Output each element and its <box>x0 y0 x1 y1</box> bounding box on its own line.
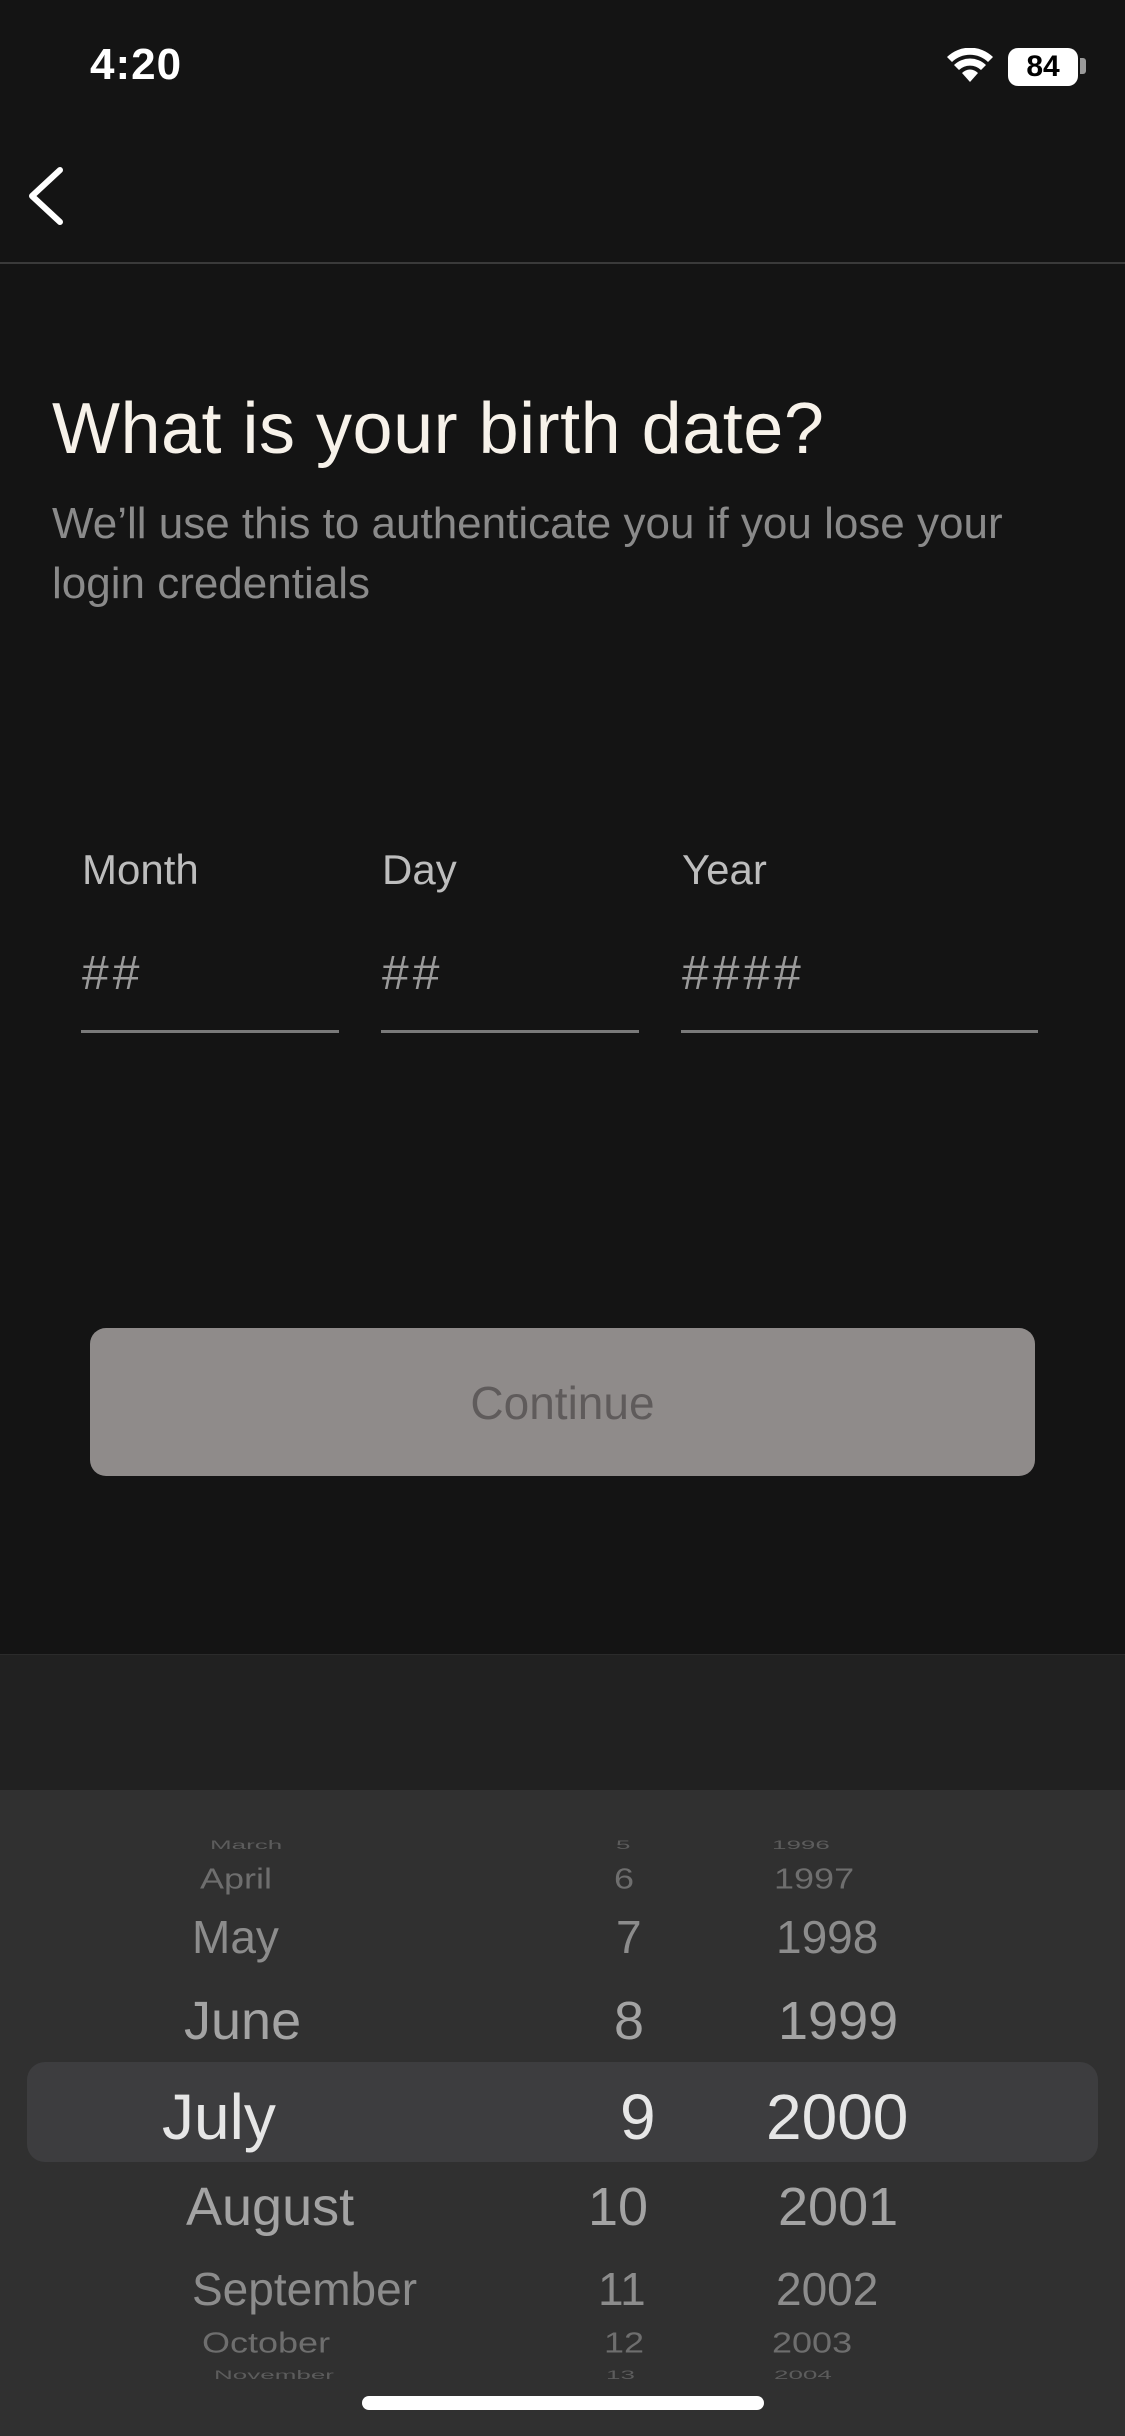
picker-toolbar <box>0 1654 1125 1791</box>
picker-year-item[interactable]: 2002 <box>776 2262 878 2316</box>
picker-day-item[interactable]: 5 <box>616 1838 630 1852</box>
year-label: Year <box>682 846 767 893</box>
continue-button[interactable]: Continue <box>90 1328 1035 1476</box>
picker-day-selected[interactable]: 9 <box>620 2080 656 2154</box>
picker-month-item[interactable]: August <box>186 2176 354 2238</box>
picker-day-item[interactable]: 10 <box>588 2176 648 2238</box>
month-underline <box>81 1030 339 1033</box>
battery-icon: 84 <box>1008 48 1078 86</box>
day-underline <box>381 1030 639 1033</box>
picker-month-item[interactable]: April <box>200 1862 272 1896</box>
picker-month-item[interactable]: October <box>202 2326 330 2360</box>
day-input[interactable]: ## <box>382 946 443 1001</box>
nav-divider <box>0 262 1125 264</box>
picker-day-item[interactable]: 13 <box>606 2368 635 2382</box>
back-chevron-icon[interactable] <box>22 166 72 226</box>
picker-day-item[interactable]: 8 <box>614 1990 644 2052</box>
picker-year-item[interactable]: 1998 <box>776 1910 878 1964</box>
picker-year-item[interactable]: 1996 <box>772 1838 830 1852</box>
page-title: What is your birth date? <box>52 389 825 469</box>
picker-month-item[interactable]: November <box>214 2368 334 2382</box>
picker-year-item[interactable]: 2001 <box>778 2176 898 2238</box>
status-time: 4:20 <box>90 40 183 89</box>
picker-month-item[interactable]: September <box>192 2262 417 2316</box>
month-label: Month <box>82 846 199 893</box>
wifi-icon <box>947 48 993 82</box>
page-subtitle: We’ll use this to authenticate you if yo… <box>52 499 1003 608</box>
picker-month-item[interactable]: June <box>184 1990 301 2052</box>
picker-day-item[interactable]: 7 <box>616 1910 642 1964</box>
picker-year-selected[interactable]: 2000 <box>766 2080 908 2154</box>
picker-year-item[interactable]: 2003 <box>772 2326 852 2360</box>
day-label: Day <box>382 846 457 893</box>
picker-month-item[interactable]: May <box>192 1910 279 1964</box>
picker-month-selected[interactable]: July <box>162 2080 276 2154</box>
picker-year-item[interactable]: 1997 <box>774 1862 854 1896</box>
picker-month-item[interactable]: March <box>210 1838 282 1852</box>
year-input[interactable]: #### <box>682 946 805 1001</box>
battery-nub <box>1080 58 1086 74</box>
picker-day-item[interactable]: 12 <box>604 2326 644 2360</box>
month-input[interactable]: ## <box>82 946 143 1001</box>
home-indicator[interactable] <box>362 2396 764 2410</box>
picker-day-item[interactable]: 6 <box>614 1862 634 1896</box>
year-underline <box>681 1030 1038 1033</box>
picker-year-item[interactable]: 1999 <box>778 1990 898 2052</box>
picker-year-item[interactable]: 2004 <box>774 2368 832 2382</box>
picker-day-item[interactable]: 11 <box>598 2262 646 2316</box>
